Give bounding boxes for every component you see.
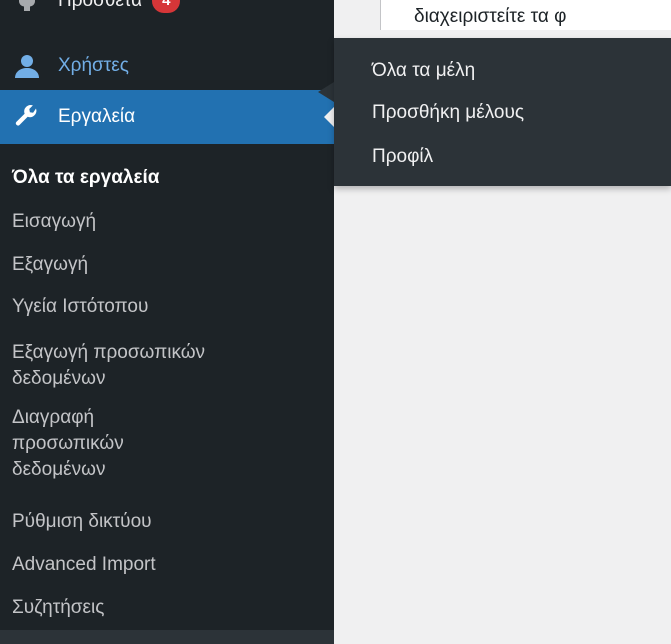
submenu-item-advanced-import[interactable]: Advanced Import [12, 552, 322, 578]
submenu-item-label-line: δεδομένων [12, 368, 106, 389]
menu-item-plugins-label: Πρόσθετα [58, 0, 143, 11]
submenu-item-label-line: Διαγραφή [12, 407, 95, 428]
submenu-item-import[interactable]: Εισαγωγή [12, 209, 322, 235]
submenu-item-erase-personal-data[interactable]: Διαγραφή προσωπικών δεδομένων [12, 405, 322, 483]
flyout-pointer [318, 82, 334, 102]
menu-item-users-label: Χρήστες [58, 55, 129, 76]
menu-item-tools[interactable]: Εργαλεία [0, 90, 334, 144]
submenu-item-label-line: Εξαγωγή προσωπικών [12, 342, 206, 363]
users-flyout-menu: Όλα τα μέλη Προσθήκη μέλους Προφίλ [334, 38, 671, 186]
menu-item-tools-label: Εργαλεία [58, 106, 136, 127]
menu-item-users[interactable]: Χρήστες [0, 43, 334, 89]
submenu-item-export[interactable]: Εξαγωγή [12, 252, 322, 278]
user-icon [14, 53, 40, 79]
submenu-item-all-tools[interactable]: Όλα τα εργαλεία [12, 165, 322, 191]
submenu-item-label-line: προσωπικών [12, 433, 124, 454]
wrench-icon [14, 104, 40, 130]
admin-sidebar: Πρόσθετα 4 Χρήστες Εργαλεία Όλα τα εργαλ… [0, 0, 334, 644]
next-menu-item-edge [0, 630, 334, 644]
submenu-item-network-setup[interactable]: Ρύθμιση δικτύου [12, 509, 322, 535]
content-text: διαχειριστείτε τα φ [414, 6, 567, 27]
update-count-badge: 4 [152, 0, 181, 13]
submenu-item-export-personal-data[interactable]: Εξαγωγή προσωπικών δεδομένων [12, 340, 322, 392]
flyout-item-all-members[interactable]: Όλα τα μέλη [372, 58, 475, 84]
submenu-item-site-health[interactable]: Υγεία Ιστότοπου [12, 294, 322, 320]
plugins-icon [14, 0, 40, 14]
admin-screen: διαχειριστείτε τα φ Πρόσθετα 4 Χρήστες Ε… [0, 0, 671, 644]
submenu-item-label-line: δεδομένων [12, 459, 106, 480]
menu-item-plugins[interactable]: Πρόσθετα 4 [0, 0, 334, 24]
flyout-item-add-member[interactable]: Προσθήκη μέλους [372, 100, 524, 126]
flyout-item-profile[interactable]: Προφίλ [372, 144, 433, 170]
submenu-item-discussions[interactable]: Συζητήσεις [12, 595, 322, 621]
current-menu-arrow [324, 107, 334, 127]
